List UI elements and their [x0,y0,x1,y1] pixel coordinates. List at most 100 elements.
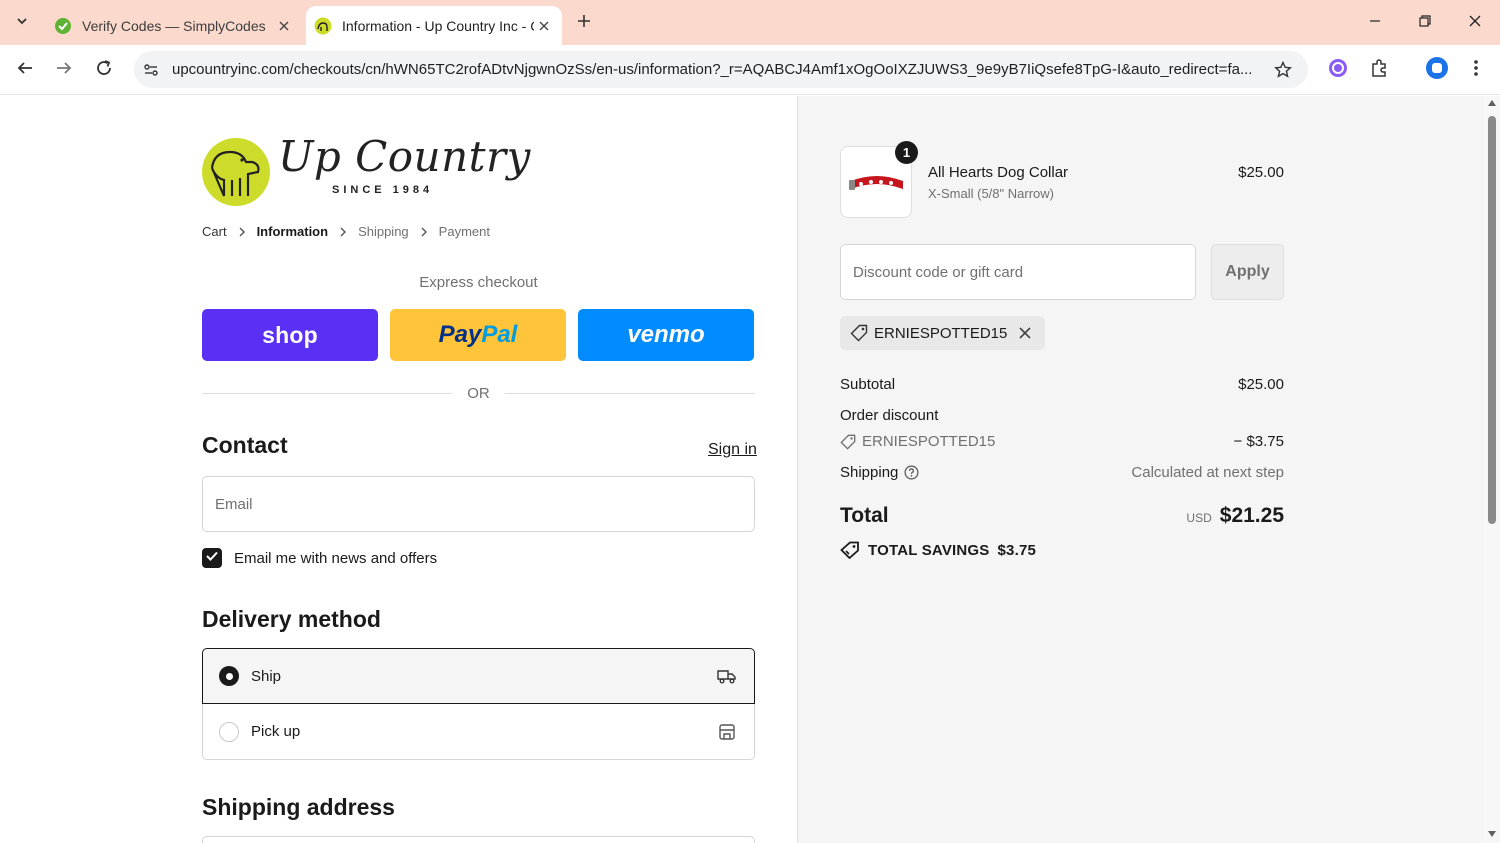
extensions-menu-button[interactable] [1366,57,1392,83]
or-divider: OR [202,383,755,403]
cart-line-item: 1 All Hearts Dog Collar X-Small (5/8" Na… [840,141,1284,218]
order-discount-label: Order discount [840,407,939,424]
chevron-down-icon [16,14,28,32]
restore-window-button[interactable] [1410,8,1440,38]
discount-code-name: ERNIESPOTTED15 [862,433,996,450]
checkmark-icon [205,549,219,567]
tab-title: Information - Up Country Inc - C [342,17,534,34]
new-tab-button[interactable] [570,9,598,37]
chevron-right-icon [328,227,358,237]
scroll-up-arrow-icon[interactable] [1488,100,1496,106]
ship-radio[interactable] [219,666,239,686]
reload-button[interactable] [89,55,119,85]
savings-amount: $3.75 [997,541,1037,559]
shipping-label: Shipping [840,464,899,481]
browser-menu-button[interactable] [1463,57,1489,83]
arrow-left-icon [16,59,34,82]
tab-search-button[interactable] [8,9,36,37]
remove-discount-icon[interactable] [1017,325,1033,341]
subtotal-value: $25.00 [1238,376,1284,393]
order-summary: 1 All Hearts Dog Collar X-Small (5/8" Na… [797,96,1500,843]
logo-wordmark: Up Country [278,132,531,181]
profile-avatar-icon [1425,56,1449,85]
close-tab-icon[interactable] [274,16,294,36]
total-row: Total USD $21.25 [840,504,1284,528]
email-field[interactable] [202,476,755,532]
savings-label: TOTAL SAVINGS [868,541,990,559]
close-tab-icon[interactable] [534,16,554,36]
sign-in-link[interactable]: Sign in [708,441,757,459]
or-text: OR [467,384,490,402]
tag-icon [850,324,868,342]
logo-tagline: SINCE 1984 [332,184,434,196]
quantity-badge: 1 [895,141,918,164]
delivery-option-pickup[interactable]: Pick up [202,704,755,760]
breadcrumb-shipping: Shipping [358,224,409,239]
close-window-button[interactable] [1460,8,1490,38]
paypal-label-pay: Pay [438,321,482,348]
paypal-label-pal: Pal [481,321,518,348]
browser-tabstrip: Verify Codes — SimplyCodes Information -… [0,0,1500,45]
reload-icon [95,59,113,82]
delivery-option-label: Ship [251,667,282,685]
discount-amount: − $3.75 [1233,433,1284,450]
discount-code-row: ERNIESPOTTED15 − $3.75 [840,433,1284,450]
close-icon [1469,14,1481,32]
page-scrollbar[interactable] [1484,96,1500,843]
divider-line [504,392,755,394]
breadcrumb-cart[interactable]: Cart [202,224,227,239]
apply-discount-button[interactable]: Apply [1211,244,1284,300]
pickup-radio[interactable] [219,721,239,742]
store-logo[interactable]: Up Country SINCE 1984 [202,132,530,206]
shop-pay-button[interactable]: shop [202,309,378,361]
order-discount-row: Order discount [840,407,1284,424]
back-button[interactable] [10,55,40,85]
shop-pay-label: shop [262,321,318,348]
up-country-favicon-icon [314,17,332,35]
scroll-down-arrow-icon[interactable] [1488,831,1496,837]
total-amount: $21.25 [1219,504,1284,527]
currency-code: USD [1186,511,1212,525]
scrollbar-thumb[interactable] [1488,116,1496,524]
product-price: $25.00 [1238,164,1284,181]
minimize-window-button[interactable] [1360,8,1390,38]
newsletter-option[interactable]: Email me with news and offers [202,548,437,568]
tab-up-country[interactable]: Information - Up Country Inc - C [306,6,562,45]
address-bar[interactable]: upcountryinc.com/checkouts/cn/hWN65TC2ro… [134,51,1308,88]
shipping-address-heading: Shipping address [202,794,395,820]
tab-simplycodes[interactable]: Verify Codes — SimplyCodes [46,6,302,45]
divider-line [202,392,453,394]
breadcrumb-information: Information [256,224,329,239]
shipping-value: Calculated at next step [1131,464,1284,481]
plus-icon [577,14,591,33]
country-select[interactable] [202,836,755,843]
discount-code-input[interactable] [840,244,1196,300]
forward-button[interactable] [49,55,79,85]
applied-discount-code: ERNIESPOTTED15 [874,324,1008,342]
chevron-right-icon [409,227,439,237]
tag-icon [840,434,856,450]
extension-button[interactable] [1325,57,1351,83]
profile-button[interactable] [1424,56,1450,85]
newsletter-checkbox[interactable] [202,548,222,568]
bookmark-star-icon[interactable] [1270,57,1296,83]
chevron-right-icon [227,227,257,237]
truck-icon [716,665,738,687]
site-settings-icon[interactable] [140,59,162,81]
puzzle-icon [1369,58,1389,83]
arrow-right-icon [55,59,73,82]
breadcrumb-payment: Payment [438,224,490,239]
help-circle-icon[interactable] [904,465,920,481]
express-checkout-label: Express checkout [419,274,538,291]
delivery-option-ship[interactable]: Ship [202,648,755,704]
extension-logo-icon [1328,58,1348,83]
checkout-main: Up Country SINCE 1984 Cart Information S… [0,96,797,843]
paypal-button[interactable]: Pay Pal [390,309,566,361]
more-vertical-icon [1473,59,1479,82]
product-name: All Hearts Dog Collar [928,164,1069,181]
breadcrumb: Cart Information Shipping Payment [202,224,490,239]
store-icon [716,721,738,743]
product-variant: X-Small (5/8" Narrow) [928,186,1054,201]
shipping-row: Shipping Calculated at next step [840,464,1284,481]
venmo-button[interactable]: venmo [578,309,754,361]
